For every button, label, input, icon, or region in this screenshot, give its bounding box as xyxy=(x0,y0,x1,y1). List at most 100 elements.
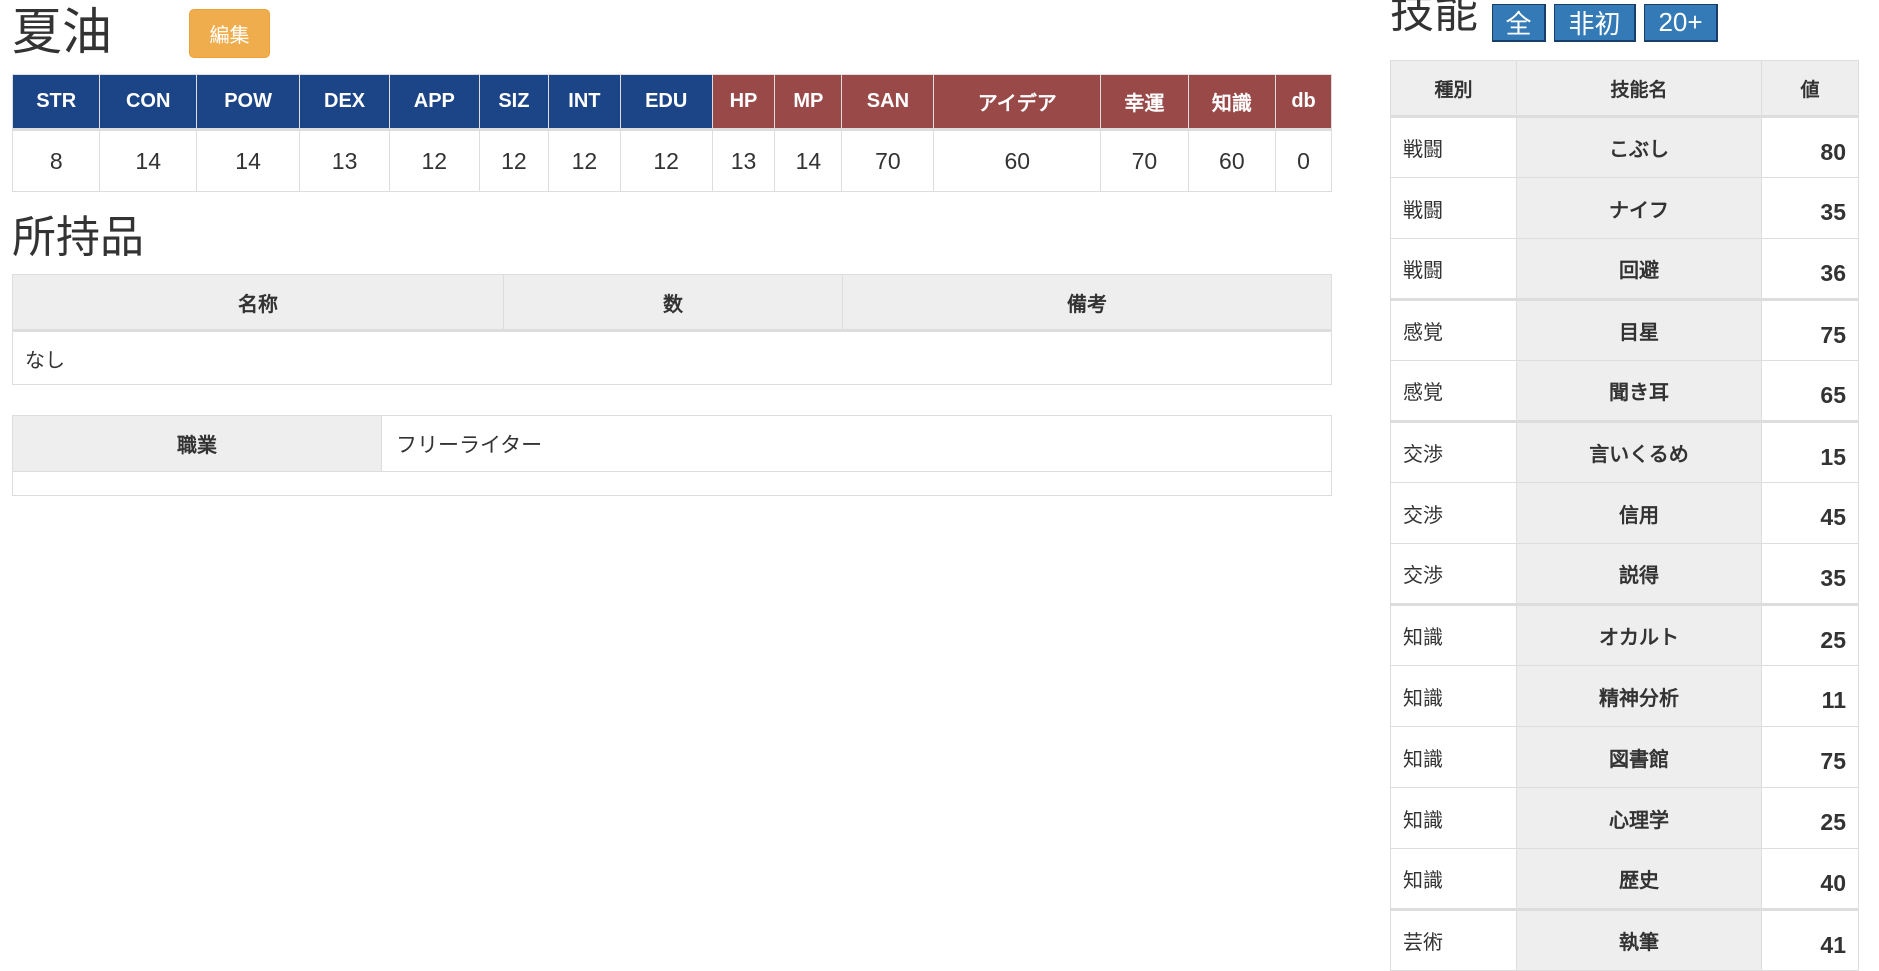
items-table: 名称 数 備考 なし xyxy=(12,274,1332,385)
skill-category: 戦闘 xyxy=(1390,238,1517,300)
items-header-name: 名称 xyxy=(12,274,504,332)
skill-name: 説得 xyxy=(1516,543,1762,605)
skill-value: 75 xyxy=(1761,726,1859,788)
skill-category: 感覚 xyxy=(1390,360,1517,422)
stat-value-edu: 12 xyxy=(619,128,713,192)
skills-header-value: 値 xyxy=(1761,60,1859,118)
skill-value: 75 xyxy=(1761,298,1859,361)
items-heading: 所持品 xyxy=(12,213,144,262)
job-table: 職業 フリーライター xyxy=(12,415,1332,496)
stat-value-int: 12 xyxy=(548,128,621,192)
filter-all-button[interactable]: 全 xyxy=(1492,4,1546,42)
skill-row: 知識 心理学 25 xyxy=(1390,787,1859,849)
skill-name: 心理学 xyxy=(1516,787,1762,849)
skill-name: ナイフ xyxy=(1516,177,1762,239)
stat-header-hp: HP xyxy=(711,74,776,130)
skill-category: 知識 xyxy=(1390,603,1517,666)
skill-value: 35 xyxy=(1761,543,1859,605)
skill-category: 交渉 xyxy=(1390,543,1517,605)
stat-value-con: 14 xyxy=(99,128,197,192)
stat-header-幸運: 幸運 xyxy=(1100,74,1189,130)
stat-header-siz: SIZ xyxy=(478,74,550,130)
job-value: フリーライター xyxy=(381,415,1332,472)
stat-value-知識: 60 xyxy=(1187,128,1277,192)
skill-name: 精神分析 xyxy=(1516,665,1762,727)
skill-value: 40 xyxy=(1761,848,1859,910)
skill-category: 戦闘 xyxy=(1390,177,1517,239)
skill-name: 歴史 xyxy=(1516,848,1762,910)
skill-value: 80 xyxy=(1761,116,1859,178)
skill-row: 感覚 聞き耳 65 xyxy=(1390,360,1859,422)
skill-name: 図書館 xyxy=(1516,726,1762,788)
skill-name: オカルト xyxy=(1516,603,1762,666)
skill-row: 交渉 説得 35 xyxy=(1390,543,1859,605)
stat-value-アイデア: 60 xyxy=(933,128,1102,192)
skill-category: 交渉 xyxy=(1390,482,1517,544)
skill-row: 知識 歴史 40 xyxy=(1390,848,1859,910)
items-empty-text: なし xyxy=(12,330,1332,385)
skills-panel: 技能 全 非初 20+ 種別 技能名 値 戦闘 こぶし 80 戦闘 ナイフ 35 戦闘 回避 3… xyxy=(1390,0,1859,971)
stats-table: STR CON POW DEX APP SIZ INT EDU HP MP SAN アイデア 幸運 知識 d… xyxy=(11,74,1332,192)
stat-header-pow: POW xyxy=(195,74,301,130)
stat-value-pow: 14 xyxy=(195,128,301,192)
skill-category: 知識 xyxy=(1390,665,1517,727)
stat-header-san: SAN xyxy=(841,74,935,130)
stat-header-dex: DEX xyxy=(299,74,390,130)
skill-name: 聞き耳 xyxy=(1516,360,1762,422)
skills-header-name: 技能名 xyxy=(1516,60,1762,118)
skill-name: 目星 xyxy=(1516,298,1762,361)
skill-value: 45 xyxy=(1761,482,1859,544)
stat-value-siz: 12 xyxy=(478,128,550,192)
skill-category: 戦闘 xyxy=(1390,116,1517,178)
character-panel: 夏油 編集 STR CON POW DEX APP SIZ INT EDU HP MP SAN アイデ… xyxy=(11,0,1332,496)
stat-header-db: db xyxy=(1275,74,1332,130)
skill-row: 感覚 目星 75 xyxy=(1390,298,1859,361)
items-header-count: 数 xyxy=(503,274,843,332)
stat-value-san: 70 xyxy=(841,128,935,192)
skill-category: 感覚 xyxy=(1390,298,1517,361)
skill-value: 15 xyxy=(1761,420,1859,483)
stat-value-dex: 13 xyxy=(299,128,390,192)
items-header-note: 備考 xyxy=(842,274,1332,332)
stat-value-db: 0 xyxy=(1275,128,1332,192)
edit-button[interactable]: 編集 xyxy=(189,9,270,58)
skill-name: 執筆 xyxy=(1516,908,1762,971)
skill-row: 知識 精神分析 11 xyxy=(1390,665,1859,727)
stat-value-hp: 13 xyxy=(711,128,776,192)
skill-row: 知識 オカルト 25 xyxy=(1390,603,1859,666)
stat-value-mp: 14 xyxy=(774,128,843,192)
skill-row: 交渉 言いくるめ 15 xyxy=(1390,420,1859,483)
character-name: 夏油 xyxy=(12,4,112,60)
skill-row: 戦闘 ナイフ 35 xyxy=(1390,177,1859,239)
filter-non-initial-button[interactable]: 非初 xyxy=(1554,4,1636,42)
skill-category: 知識 xyxy=(1390,787,1517,849)
stat-header-con: CON xyxy=(99,74,197,130)
skill-name: 信用 xyxy=(1516,482,1762,544)
stat-value-幸運: 70 xyxy=(1100,128,1189,192)
stat-header-int: INT xyxy=(548,74,621,130)
skill-row: 戦闘 こぶし 80 xyxy=(1390,116,1859,178)
job-empty-row xyxy=(12,471,1332,496)
skill-value: 11 xyxy=(1761,665,1859,727)
stat-header-mp: MP xyxy=(774,74,843,130)
skills-heading: 技能 xyxy=(1390,0,1478,37)
skills-header-category: 種別 xyxy=(1390,60,1517,118)
skill-name: こぶし xyxy=(1516,116,1762,178)
stat-header-str: STR xyxy=(11,74,101,130)
stat-value-str: 8 xyxy=(11,128,101,192)
skills-table: 種別 技能名 値 戦闘 こぶし 80 戦闘 ナイフ 35 戦闘 回避 36 感覚 目星 75 感覚 聞き耳… xyxy=(1390,60,1859,971)
skill-value: 35 xyxy=(1761,177,1859,239)
skill-category: 交渉 xyxy=(1390,420,1517,483)
skill-category: 知識 xyxy=(1390,726,1517,788)
skill-row: 知識 図書館 75 xyxy=(1390,726,1859,788)
stat-header-知識: 知識 xyxy=(1187,74,1277,130)
skill-category: 芸術 xyxy=(1390,908,1517,971)
skill-value: 25 xyxy=(1761,603,1859,666)
filter-20plus-button[interactable]: 20+ xyxy=(1644,4,1718,42)
skill-value: 41 xyxy=(1761,908,1859,971)
skill-row: 交渉 信用 45 xyxy=(1390,482,1859,544)
skill-value: 65 xyxy=(1761,360,1859,422)
skill-name: 言いくるめ xyxy=(1516,420,1762,483)
skill-value: 36 xyxy=(1761,238,1859,300)
stat-header-アイデア: アイデア xyxy=(933,74,1102,130)
